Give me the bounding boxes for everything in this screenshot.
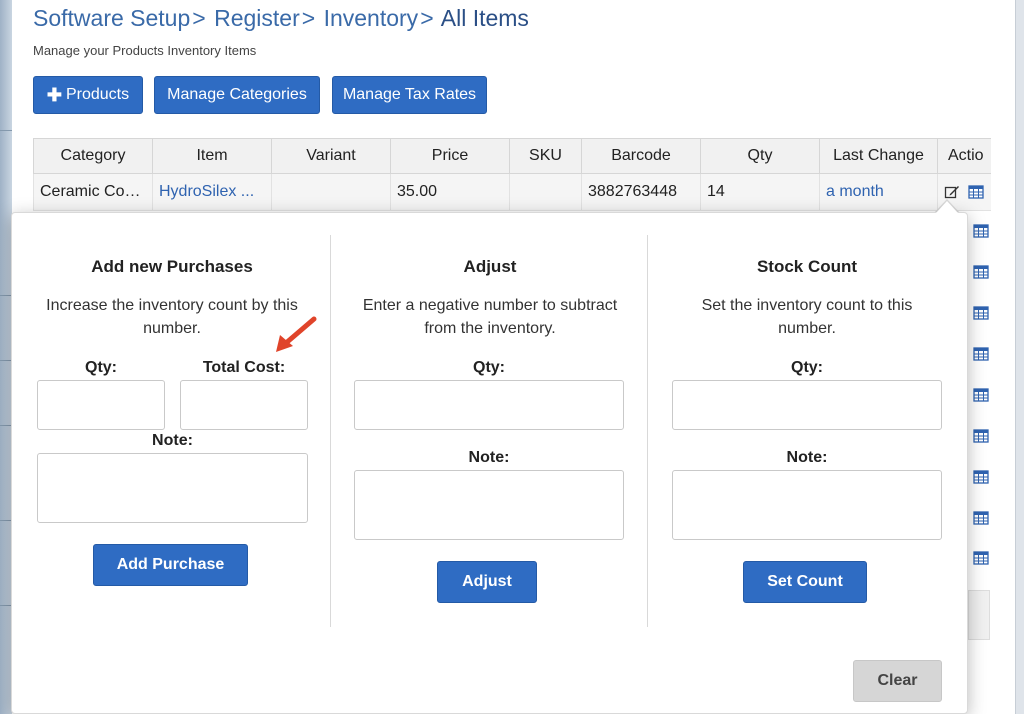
breadcrumb: Software Setup> Register> Inventory> All…: [33, 5, 529, 32]
inventory-grid-icon[interactable]: [973, 306, 989, 320]
purchases-qty-input[interactable]: [37, 380, 165, 430]
purchases-note-field[interactable]: [37, 453, 308, 523]
add-products-button[interactable]: ✚ Products: [33, 76, 143, 114]
breadcrumb-separator: >: [192, 5, 206, 31]
inventory-grid-icon[interactable]: [973, 265, 989, 279]
purchases-cost-label: Total Cost:: [202, 359, 286, 376]
purchases-total-cost-input[interactable]: [180, 380, 308, 430]
adjust-description: Enter a negative number to subtract from…: [362, 297, 618, 337]
add-purchase-button[interactable]: Add Purchase: [93, 544, 248, 586]
popover-caret-fill: [936, 201, 958, 213]
column-header-category[interactable]: Category: [33, 138, 153, 174]
adjust-note-field[interactable]: [354, 470, 624, 540]
column-header-price[interactable]: Price: [390, 138, 510, 174]
table-row: Ceramic Coa... HydroSilex ... 35.00 3882…: [33, 173, 991, 211]
adjust-title: Adjust: [463, 257, 517, 276]
adjust-button[interactable]: Adjust: [437, 561, 537, 603]
column-header-sku[interactable]: SKU: [509, 138, 582, 174]
column-header-item[interactable]: Item: [152, 138, 272, 174]
background-panel-edge: [968, 590, 990, 640]
cell-sku: [509, 173, 582, 211]
adjust-note-label: Note:: [468, 449, 510, 466]
column-header-actions: Actio: [937, 138, 991, 174]
add-products-label: Products: [65, 86, 130, 103]
breadcrumb-separator: >: [420, 5, 434, 31]
cell-last-change[interactable]: a month: [819, 173, 938, 211]
manage-categories-button[interactable]: Manage Categories: [154, 76, 320, 114]
column-divider: [647, 235, 648, 627]
breadcrumb-item-register[interactable]: Register: [214, 5, 300, 31]
inventory-grid-icon[interactable]: [973, 470, 989, 484]
purchases-qty-label: Qty:: [85, 359, 117, 376]
annotation-arrow-icon: [276, 316, 317, 352]
cell-variant: [271, 173, 391, 211]
purchases-title: Add new Purchases: [91, 257, 253, 276]
column-divider: [330, 235, 331, 627]
stock-count-qty-label: Qty:: [791, 359, 823, 376]
cell-item-link[interactable]: HydroSilex ...: [152, 173, 272, 211]
inventory-grid-icon[interactable]: [973, 511, 989, 525]
stock-count-qty-input[interactable]: [672, 380, 942, 430]
stock-count-title: Stock Count: [756, 257, 858, 276]
plus-icon: ✚: [46, 84, 62, 105]
inventory-grid-icon[interactable]: [973, 224, 989, 238]
cell-price: 35.00: [390, 173, 510, 211]
inventory-grid-icon[interactable]: [968, 184, 984, 200]
breadcrumb-separator: >: [301, 5, 316, 31]
breadcrumb-item-software-setup[interactable]: Software Setup: [33, 5, 190, 31]
inventory-grid-icon[interactable]: [973, 347, 989, 361]
purchases-note-label: Note:: [152, 432, 193, 449]
adjust-qty-input[interactable]: [354, 380, 624, 430]
column-header-qty[interactable]: Qty: [700, 138, 820, 174]
set-count-button[interactable]: Set Count: [743, 561, 867, 603]
clear-button[interactable]: Clear: [853, 660, 942, 702]
inventory-grid-icon[interactable]: [973, 388, 989, 402]
inventory-grid-icon[interactable]: [973, 551, 989, 565]
column-header-variant[interactable]: Variant: [271, 138, 391, 174]
page-subtitle: Manage your Products Inventory Items: [33, 43, 257, 58]
inventory-popover: Add new Purchases Increase the inventory…: [11, 212, 968, 714]
inventory-grid-icon[interactable]: [973, 429, 989, 443]
column-header-last-change[interactable]: Last Change: [819, 138, 938, 174]
breadcrumb-item-inventory[interactable]: Inventory: [324, 5, 419, 31]
adjust-qty-label: Qty:: [473, 359, 505, 376]
window-scrollbar[interactable]: [1015, 0, 1024, 714]
column-header-barcode[interactable]: Barcode: [581, 138, 701, 174]
cell-category: Ceramic Coa...: [33, 173, 153, 211]
edit-icon[interactable]: [944, 184, 960, 200]
stock-count-description: Set the inventory count to this number.: [701, 297, 913, 337]
cell-qty: 14: [700, 173, 820, 211]
stock-count-note-label: Note:: [786, 449, 828, 466]
breadcrumb-current: All Items: [440, 5, 529, 31]
table-header-row: Category Item Variant Price SKU Barcode …: [33, 138, 991, 174]
stock-count-note-field[interactable]: [672, 470, 942, 540]
cell-barcode: 3882763448: [581, 173, 701, 211]
manage-tax-rates-button[interactable]: Manage Tax Rates: [332, 76, 487, 114]
